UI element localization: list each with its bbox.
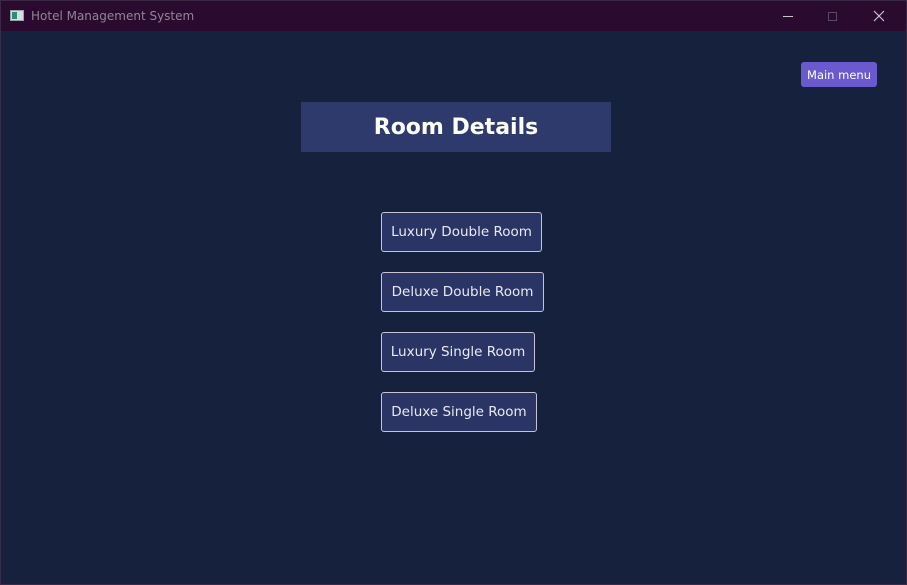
app-window-icon xyxy=(10,10,24,21)
close-icon xyxy=(873,10,884,22)
luxury-single-room-button[interactable]: Luxury Single Room xyxy=(381,332,535,372)
close-button[interactable] xyxy=(856,1,901,31)
main-menu-button[interactable]: Main menu xyxy=(801,62,877,87)
deluxe-double-room-button[interactable]: Deluxe Double Room xyxy=(381,272,544,312)
minimize-button[interactable] xyxy=(765,1,810,31)
minimize-icon xyxy=(782,15,793,17)
maximize-button[interactable] xyxy=(810,1,855,31)
maximize-icon xyxy=(828,11,837,21)
title-bar[interactable]: Hotel Management System xyxy=(1,1,906,31)
app-window: Hotel Management System Main menu Room D… xyxy=(0,0,907,585)
window-title: Hotel Management System xyxy=(31,9,195,23)
deluxe-single-room-button[interactable]: Deluxe Single Room xyxy=(381,392,537,432)
luxury-double-room-button[interactable]: Luxury Double Room xyxy=(381,212,542,252)
page-title: Room Details xyxy=(301,102,611,152)
main-content: Main menu Room Details Luxury Double Roo… xyxy=(1,31,906,584)
